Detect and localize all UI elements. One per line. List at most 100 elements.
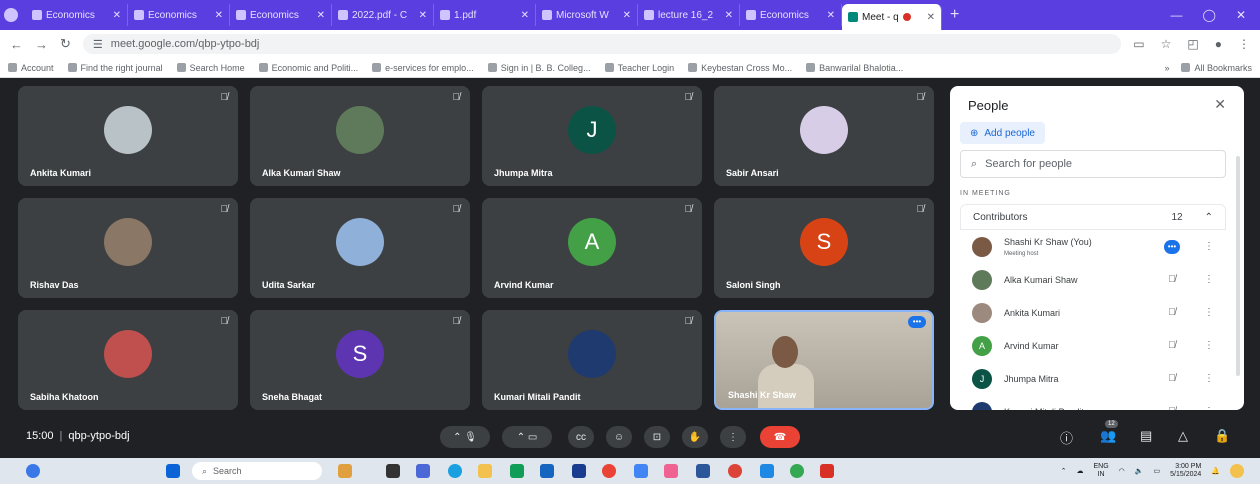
- activities-icon[interactable]: △: [1178, 428, 1188, 444]
- copilot-icon[interactable]: [338, 464, 352, 478]
- menu-kebab-icon[interactable]: ⋮: [1238, 37, 1250, 51]
- clock[interactable]: 3:00 PM 5/15/2024: [1170, 463, 1201, 479]
- browser-tab[interactable]: Economics ✕: [230, 4, 332, 26]
- back-icon[interactable]: ←: [10, 37, 23, 52]
- tab-meet-active[interactable]: Meet - q ✕: [842, 4, 942, 30]
- url-input[interactable]: ☰ meet.google.com/qbp-ytpo-bdj: [82, 34, 1122, 54]
- minimize-icon[interactable]: —: [1171, 8, 1183, 22]
- chrome-icon[interactable]: [602, 464, 616, 478]
- bookmark-item[interactable]: Search Home: [176, 63, 245, 73]
- bookmark-star-icon[interactable]: ☆: [1161, 37, 1172, 51]
- browser-tab[interactable]: Economics ✕: [128, 4, 230, 26]
- emoji-reactions-button[interactable]: ☺: [606, 426, 632, 448]
- app-l-icon[interactable]: [572, 464, 586, 478]
- app-blue-icon[interactable]: [634, 464, 648, 478]
- people-button[interactable]: 12 👥: [1100, 420, 1118, 444]
- people-list-item[interactable]: Ankita Kumari 🎙̸ ⋮: [960, 296, 1226, 329]
- close-tab-icon[interactable]: ✕: [827, 10, 835, 21]
- start-menu-icon[interactable]: [166, 464, 180, 478]
- mail-icon[interactable]: [540, 464, 554, 478]
- pdf-reader-icon[interactable]: [820, 464, 834, 478]
- bookmark-item[interactable]: e-services for emplo...: [372, 63, 474, 73]
- person-more-icon[interactable]: ⋮: [1204, 274, 1214, 285]
- all-bookmarks-button[interactable]: All Bookmarks: [1181, 63, 1252, 73]
- contributors-header[interactable]: Contributors 12 ⌃: [960, 204, 1226, 230]
- panel-scrollbar[interactable]: [1236, 156, 1240, 376]
- leave-call-button[interactable]: ☎: [760, 426, 800, 448]
- search-people-input[interactable]: ⌕ Search for people: [960, 150, 1226, 178]
- task-view-icon[interactable]: [386, 464, 400, 478]
- teams-icon[interactable]: [416, 464, 430, 478]
- close-tab-icon[interactable]: ✕: [419, 10, 427, 21]
- battery-icon[interactable]: ▭: [1154, 467, 1161, 475]
- tab-search-icon[interactable]: [4, 8, 18, 22]
- participant-tile[interactable]: 🎙̸ J Jhumpa Mitra: [482, 86, 702, 186]
- close-tab-icon[interactable]: ✕: [521, 10, 529, 21]
- file-explorer-icon[interactable]: [478, 464, 492, 478]
- close-panel-icon[interactable]: ✕: [1214, 96, 1226, 113]
- forward-icon[interactable]: →: [35, 37, 48, 52]
- person-more-icon[interactable]: ⋮: [1204, 373, 1214, 384]
- participant-tile[interactable]: 🎙̸ Kumari Mitali Pandit: [482, 310, 702, 410]
- browser-tab[interactable]: lecture 16_2 ✕: [638, 4, 740, 26]
- copilot-tray-icon[interactable]: [1230, 464, 1244, 478]
- add-people-button[interactable]: ⊕ Add people: [960, 122, 1045, 144]
- person-more-icon[interactable]: ⋮: [1204, 241, 1214, 252]
- people-list-item[interactable]: J Jhumpa Mitra 🎙̸ ⋮: [960, 362, 1226, 395]
- mic-toggle-button[interactable]: ⌃ 🎙: [440, 426, 490, 448]
- tray-app-icon[interactable]: ☁: [1077, 467, 1084, 475]
- chat-icon[interactable]: ▤: [1140, 428, 1152, 444]
- edge-icon[interactable]: [448, 464, 462, 478]
- bookmark-item[interactable]: Economic and Politi...: [258, 63, 358, 73]
- weather-widget-icon[interactable]: [26, 464, 40, 478]
- restore-icon[interactable]: ◯: [1203, 8, 1216, 22]
- camera-toggle-button[interactable]: ⌃ ▭: [502, 426, 552, 448]
- extensions-icon[interactable]: ◰: [1187, 37, 1198, 51]
- host-controls-icon[interactable]: 🔒: [1214, 428, 1230, 444]
- tray-chevron-icon[interactable]: ⌃: [1061, 467, 1067, 475]
- browser-tab[interactable]: Economics ✕: [740, 4, 842, 26]
- browser-tab[interactable]: Economics ✕: [26, 4, 128, 26]
- browser-tab[interactable]: Microsoft W ✕: [536, 4, 638, 26]
- word-icon[interactable]: [696, 464, 710, 478]
- people-list-item[interactable]: Kumari Mitali Pandit 🎙̸ ⋮: [960, 395, 1226, 410]
- bookmark-item[interactable]: Banwarilal Bhalotia...: [806, 63, 903, 73]
- bookmark-item[interactable]: Sign in | B. B. Colleg...: [487, 63, 591, 73]
- notifications-icon[interactable]: 🔔: [1211, 467, 1220, 475]
- close-tab-icon[interactable]: ✕: [623, 10, 631, 21]
- close-tab-icon[interactable]: ✕: [725, 10, 733, 21]
- profile-avatar-icon[interactable]: ●: [1215, 37, 1222, 51]
- captions-button[interactable]: cc: [568, 426, 594, 448]
- bookmark-item[interactable]: Keybestan Cross Mo...: [688, 63, 792, 73]
- participant-tile[interactable]: 🎙̸ A Arvind Kumar: [482, 198, 702, 298]
- participant-tile[interactable]: 🎙̸ Rishav Das: [18, 198, 238, 298]
- store-icon[interactable]: [510, 464, 524, 478]
- volume-icon[interactable]: 🔈: [1135, 467, 1144, 475]
- close-tab-icon[interactable]: ✕: [927, 12, 935, 23]
- raise-hand-button[interactable]: ✋: [682, 426, 708, 448]
- participant-tile[interactable]: 🎙̸ Ankita Kumari: [18, 86, 238, 186]
- more-bookmarks-icon[interactable]: »: [1164, 63, 1169, 73]
- browser-tab[interactable]: 2022.pdf - C ✕: [332, 4, 434, 26]
- chrome-alt-icon[interactable]: [790, 464, 804, 478]
- close-window-icon[interactable]: ✕: [1236, 8, 1246, 22]
- new-tab-button[interactable]: +: [950, 6, 959, 24]
- meeting-details-icon[interactable]: ⓘ: [1060, 428, 1073, 447]
- close-tab-icon[interactable]: ✕: [215, 10, 223, 21]
- people-list-item[interactable]: Shashi Kr Shaw (You) Meeting host ••• ⋮: [960, 230, 1226, 263]
- more-options-button[interactable]: ⋮: [720, 426, 746, 448]
- app-store-icon[interactable]: [760, 464, 774, 478]
- browser-tab[interactable]: 1.pdf ✕: [434, 4, 536, 26]
- present-screen-button[interactable]: ⊡: [644, 426, 670, 448]
- reload-icon[interactable]: ↻: [60, 36, 71, 52]
- cast-icon[interactable]: ▭: [1133, 37, 1144, 51]
- participant-tile[interactable]: 🎙̸ S Saloni Singh: [714, 198, 934, 298]
- participant-tile[interactable]: ••• Shashi Kr Shaw: [714, 310, 934, 410]
- site-info-icon[interactable]: ☰: [93, 38, 103, 51]
- app-pink-icon[interactable]: [664, 464, 678, 478]
- people-list-item[interactable]: A Arvind Kumar 🎙̸ ⋮: [960, 329, 1226, 362]
- bookmark-item[interactable]: Account: [8, 63, 54, 73]
- bookmark-item[interactable]: Find the right journal: [67, 63, 163, 73]
- person-more-icon[interactable]: ⋮: [1204, 406, 1214, 410]
- person-more-icon[interactable]: ⋮: [1204, 307, 1214, 318]
